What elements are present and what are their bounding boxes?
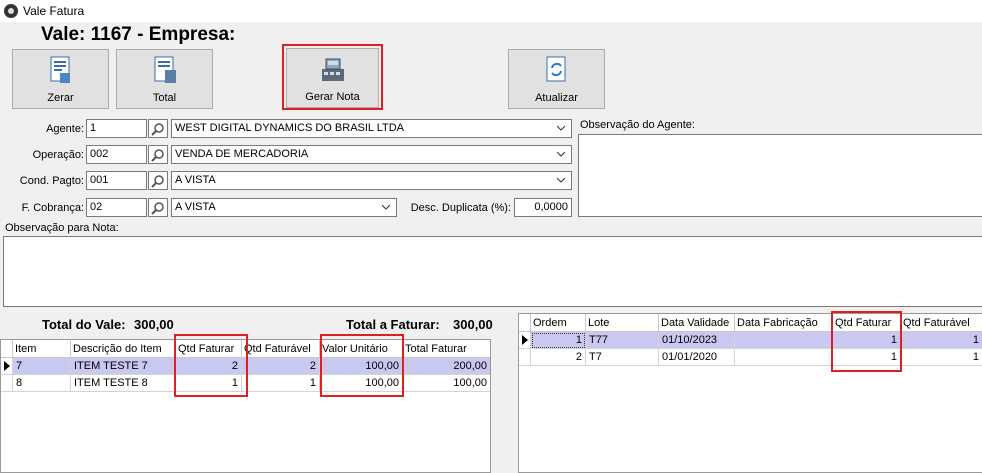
lots-cell-ordem[interactable]: 2 — [531, 349, 586, 366]
lots-col-data-validade[interactable]: Data Validade — [659, 314, 735, 332]
operacao-search-button[interactable] — [148, 145, 168, 164]
cond-pagto-select-value: A VISTA — [175, 174, 216, 186]
items-cell-total-faturar[interactable]: 200,00 — [403, 358, 490, 375]
lots-cell-data-validade[interactable]: 01/01/2020 — [659, 349, 735, 366]
search-icon — [151, 149, 164, 162]
row-indicator — [1, 358, 13, 375]
cond-pagto-code-input[interactable]: 001 — [86, 171, 147, 190]
f-cobranca-select[interactable]: A VISTA — [171, 198, 397, 217]
lots-col-ordem[interactable]: Ordem — [531, 314, 586, 332]
lots-cell-qtd-faturavel[interactable]: 1 — [901, 349, 982, 366]
lots-grid[interactable]: Ordem Lote Data Validade Data Fabricação… — [518, 313, 982, 473]
cond-pagto-search-button[interactable] — [148, 171, 168, 190]
items-cell-descricao[interactable]: ITEM TESTE 7 — [71, 358, 176, 375]
agente-select[interactable]: WEST DIGITAL DYNAMICS DO BRASIL LTDA — [171, 119, 572, 138]
items-cell-item[interactable]: 8 — [13, 375, 71, 392]
window-title: Vale Fatura — [23, 4, 85, 18]
obs-agente-textarea[interactable] — [578, 134, 982, 217]
chevron-down-icon — [557, 177, 565, 183]
total-vale-label: Total do Vale: — [42, 317, 126, 332]
page-title: Vale: 1167 - Empresa: — [41, 24, 236, 45]
cond-pagto-select[interactable]: A VISTA — [171, 171, 572, 190]
app-icon — [4, 4, 18, 18]
chevron-down-icon — [382, 204, 390, 210]
lots-grid-corner — [519, 314, 531, 332]
total-button[interactable]: Total — [116, 49, 213, 109]
search-icon — [151, 202, 164, 215]
search-icon — [151, 175, 164, 188]
lots-qtd-faturar-highlight — [831, 311, 902, 372]
items-cell-item[interactable]: 7 — [13, 358, 71, 375]
lots-cell-data-validade[interactable]: 01/10/2023 — [659, 332, 735, 349]
items-cell-total-faturar[interactable]: 100,00 — [403, 375, 490, 392]
operacao-code-input[interactable]: 002 — [86, 145, 147, 164]
obs-agente-label: Observação do Agente: — [580, 119, 695, 131]
cond-pagto-label: Cond. Pagto: — [19, 175, 84, 187]
f-cobranca-search-button[interactable] — [148, 198, 168, 217]
operacao-select[interactable]: VENDA DE MERCADORIA — [171, 145, 572, 164]
lots-col-qtd-faturavel[interactable]: Qtd Faturável — [901, 314, 982, 332]
total-faturar-value: 300,00 — [453, 317, 493, 332]
valor-unitario-highlight — [320, 334, 404, 397]
zerar-button[interactable]: Zerar — [12, 49, 109, 109]
items-col-descricao[interactable]: Descrição do Item — [71, 340, 176, 358]
agente-select-value: WEST DIGITAL DYNAMICS DO BRASIL LTDA — [175, 122, 405, 134]
row-header — [519, 349, 531, 366]
search-icon — [151, 123, 164, 136]
items-col-total-faturar[interactable]: Total Faturar — [403, 340, 490, 358]
chevron-down-icon — [557, 125, 565, 131]
f-cobranca-code-input[interactable]: 02 — [86, 198, 147, 217]
zerar-label: Zerar — [47, 92, 74, 104]
gerar-nota-button[interactable]: Gerar Nota — [286, 48, 379, 108]
lots-cell-lote[interactable]: T77 — [586, 332, 659, 349]
lots-col-data-fabricacao[interactable]: Data Fabricação — [735, 314, 833, 332]
items-col-qtd-faturavel[interactable]: Qtd Faturável — [242, 340, 320, 358]
document-calc-icon — [154, 56, 176, 83]
items-cell-descricao[interactable]: ITEM TESTE 8 — [71, 375, 176, 392]
obs-nota-label: Observação para Nota: — [5, 222, 119, 234]
operacao-select-value: VENDA DE MERCADORIA — [175, 148, 309, 160]
items-cell-qtd-faturavel[interactable]: 2 — [242, 358, 320, 375]
total-faturar-label: Total a Faturar: — [346, 317, 440, 332]
items-col-item[interactable]: Item — [13, 340, 71, 358]
agente-label: Agente: — [46, 123, 84, 135]
agente-code-input[interactable]: 1 — [86, 119, 147, 138]
total-label: Total — [152, 92, 177, 104]
items-grid-corner — [1, 340, 13, 358]
lots-cell-lote[interactable]: T7 — [586, 349, 659, 366]
desc-duplicata-label: Desc. Duplicata (%): — [410, 202, 511, 214]
f-cobranca-label: F. Cobrança: — [21, 202, 84, 214]
operacao-label: Operação: — [32, 149, 84, 161]
chevron-down-icon — [557, 151, 565, 157]
window-titlebar: Vale Fatura — [0, 0, 982, 22]
qtd-faturar-highlight — [174, 334, 248, 397]
f-cobranca-select-value: A VISTA — [175, 201, 216, 213]
atualizar-button[interactable]: Atualizar — [508, 49, 605, 109]
lots-cell-qtd-faturavel[interactable]: 1 — [901, 332, 982, 349]
atualizar-label: Atualizar — [535, 92, 578, 104]
desc-duplicata-input[interactable]: 0,0000 — [514, 198, 572, 217]
total-vale-value: 300,00 — [134, 317, 174, 332]
row-header — [1, 375, 13, 392]
obs-nota-textarea[interactable] — [3, 236, 982, 307]
row-indicator — [519, 332, 531, 349]
lots-cell-ordem[interactable]: 1 — [531, 332, 586, 349]
refresh-document-icon — [546, 56, 565, 82]
gerar-nota-label: Gerar Nota — [305, 91, 360, 103]
items-cell-qtd-faturavel[interactable]: 1 — [242, 375, 320, 392]
lots-col-lote[interactable]: Lote — [586, 314, 659, 332]
document-icon — [50, 56, 70, 83]
cash-register-icon — [321, 58, 344, 81]
lots-cell-data-fabricacao[interactable] — [735, 332, 833, 349]
agente-search-button[interactable] — [148, 119, 168, 138]
lots-cell-data-fabricacao[interactable] — [735, 349, 833, 366]
